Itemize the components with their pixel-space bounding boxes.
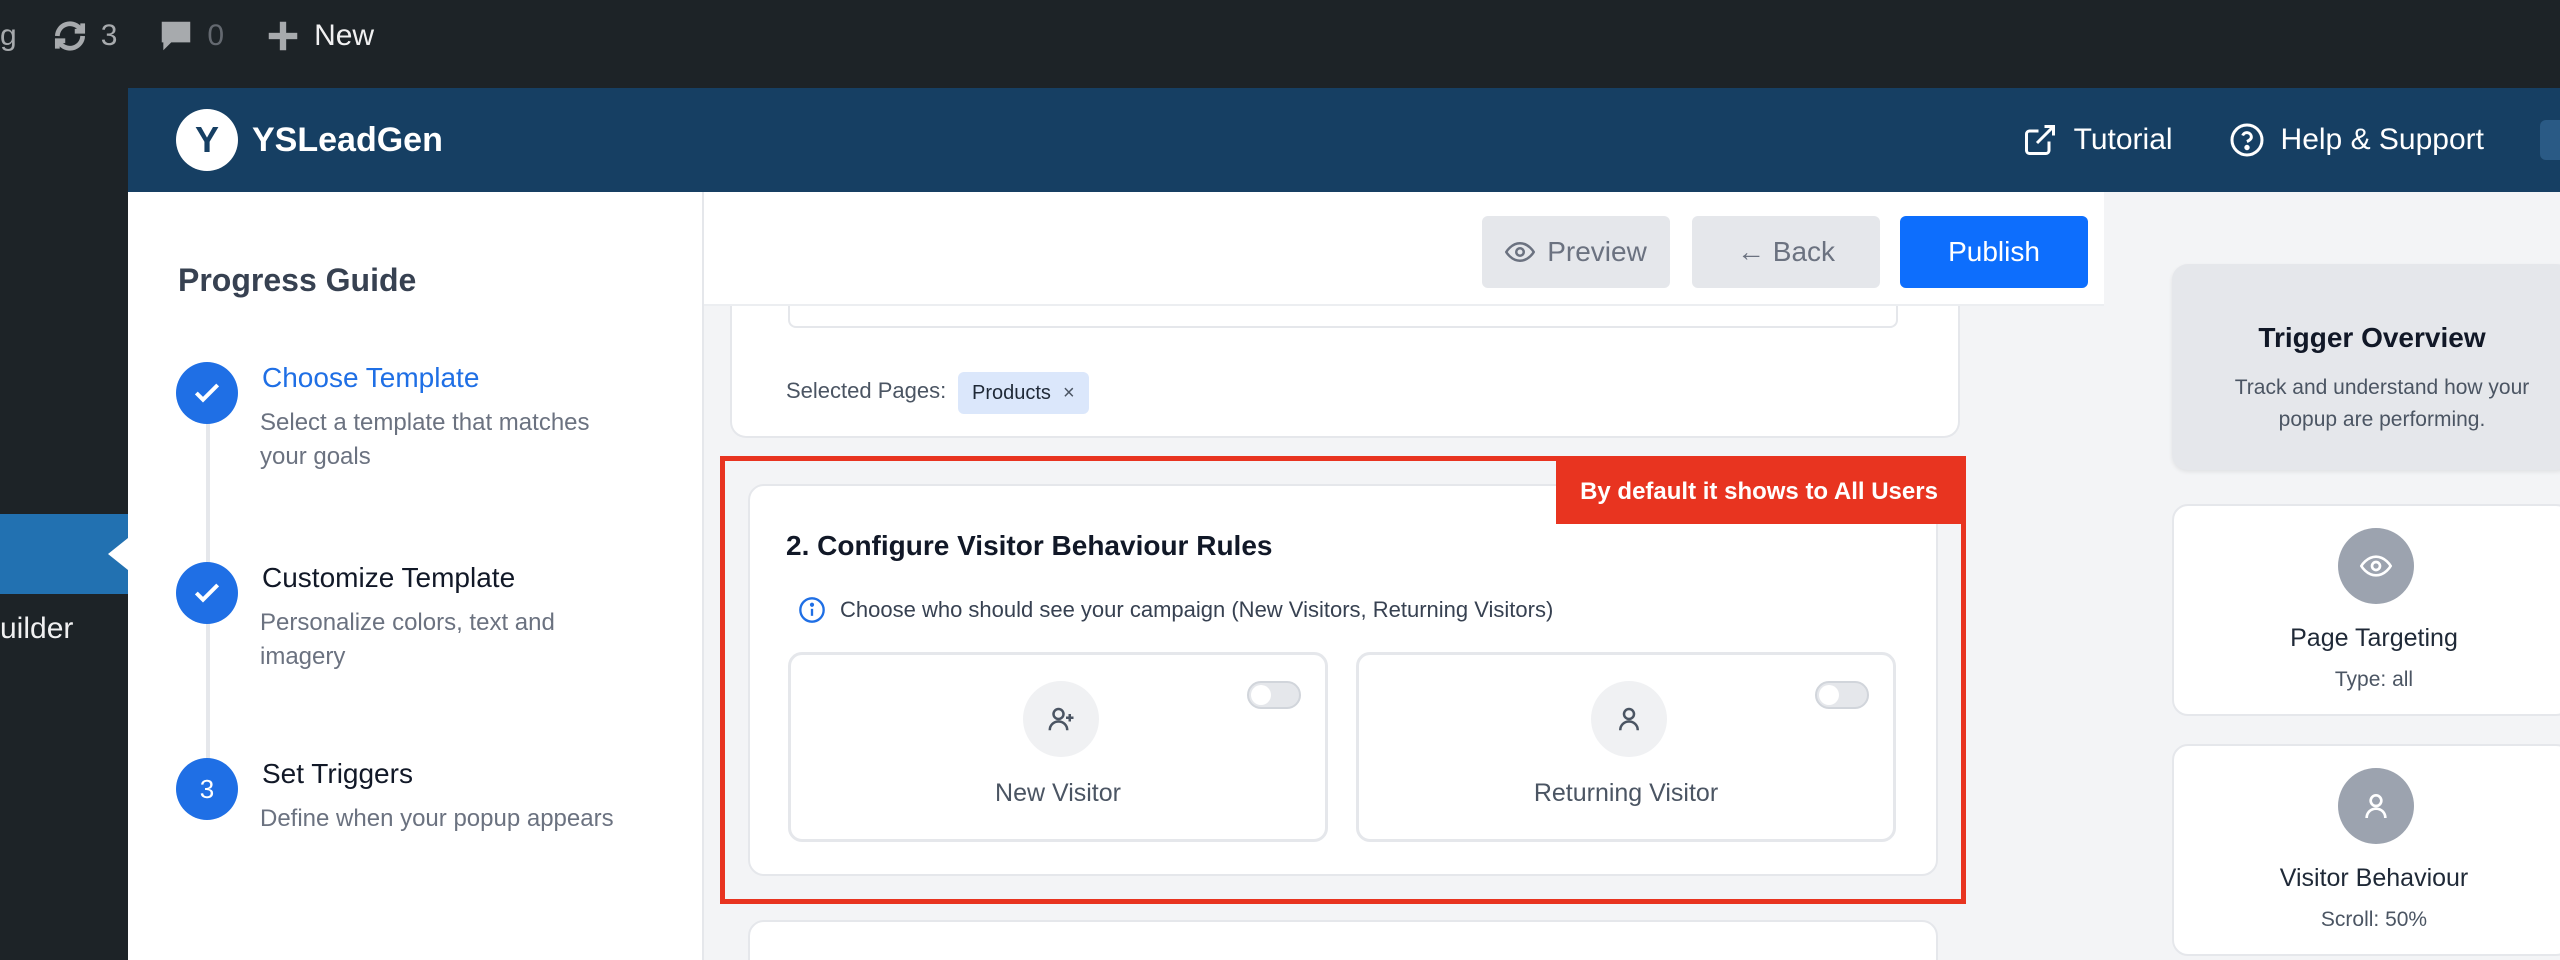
step-title: Set Triggers	[262, 758, 413, 789]
header-actions: Tutorial Help & Support	[2022, 88, 2560, 192]
comments-item[interactable]: 0	[157, 17, 224, 55]
step-title: Choose Template	[262, 362, 480, 393]
publish-button[interactable]: Publish	[1900, 216, 2088, 288]
tutorial-link[interactable]: Tutorial	[2022, 122, 2173, 158]
refresh-icon	[54, 21, 85, 51]
page-targeting-card	[730, 306, 1960, 438]
comments-count: 0	[207, 19, 225, 52]
returning-visitor-toggle[interactable]	[1815, 681, 1869, 709]
visitor-behaviour-summary[interactable]: Visitor Behaviour Scroll: 50%	[2172, 744, 2560, 956]
header-overflow-button[interactable]	[2540, 120, 2560, 160]
plus-icon	[268, 21, 298, 51]
step-number-circle: 3	[176, 758, 238, 820]
logo-icon: Y	[176, 109, 238, 171]
visitor-rules-title: 2. Configure Visitor Behaviour Rules	[786, 530, 1273, 561]
info-icon	[799, 597, 825, 623]
brand-name: YSLeadGen	[252, 120, 443, 159]
external-link-icon	[2024, 125, 2055, 155]
app-header: Y YSLeadGen Tutorial Help & Support	[128, 88, 2560, 192]
trigger-overview-card: Trigger Overview Track and understand ho…	[2172, 264, 2560, 470]
step-title: Customize Template	[262, 562, 516, 593]
site-name-text: g	[0, 19, 17, 52]
summary-title: Page Targeting	[2290, 624, 2458, 652]
editor-main-panel: Preview ← Back Publish Selected Pages: P…	[704, 192, 2104, 960]
editor-toolbar: Preview ← Back Publish	[704, 192, 2104, 306]
preview-button[interactable]: Preview	[1482, 216, 1670, 288]
selected-page-chip: Products ×	[958, 372, 1089, 414]
check-icon	[194, 383, 220, 403]
wp-admin-bar: g 3 0 New	[0, 0, 2560, 72]
selected-pages-label: Selected Pages:	[786, 378, 947, 403]
wp-menu-active-arrow	[108, 538, 128, 570]
progress-guide-title: Progress Guide	[178, 262, 417, 298]
chip-label: Products	[972, 381, 1051, 404]
next-rules-card	[748, 920, 1938, 960]
returning-visitor-option[interactable]: Returning Visitor	[1356, 652, 1896, 842]
comment-icon	[162, 21, 191, 51]
chip-remove-button[interactable]: ×	[1063, 382, 1075, 405]
step-description: Define when your popup appears	[260, 805, 614, 832]
info-text: Choose who should see your campaign (New…	[840, 597, 1554, 622]
trigger-overview-description: Track and understand how your popup are …	[2234, 376, 2530, 431]
back-label: ← Back	[1736, 236, 1836, 267]
summary-title: Visitor Behaviour	[2279, 864, 2469, 892]
summary-value: Scroll: 50%	[2320, 908, 2428, 931]
toggle-knob	[1251, 685, 1271, 705]
publish-label: Publish	[1948, 236, 2040, 267]
logo-letter: Y	[194, 119, 219, 160]
trigger-overview-panel: Trigger Overview Track and understand ho…	[2104, 192, 2560, 960]
updates-item[interactable]: 3	[51, 17, 118, 55]
new-visitor-toggle[interactable]	[1247, 681, 1301, 709]
progress-guide: Progress Guide Choose Template Select a …	[128, 192, 704, 960]
step-description: Select a template that matches your goal…	[260, 409, 590, 470]
preview-label: Preview	[1547, 236, 1647, 267]
help-circle-icon	[2230, 123, 2264, 157]
returning-visitor-label: Returning Visitor	[1533, 779, 1719, 807]
wp-menu-item-builder[interactable]: uilder	[0, 612, 73, 646]
eye-icon	[1505, 241, 1536, 263]
page-targeting-summary[interactable]: Page Targeting Type: all	[2172, 504, 2560, 716]
step-check-circle	[176, 562, 238, 624]
user-icon	[1591, 681, 1667, 757]
tutorial-label: Tutorial	[2073, 123, 2173, 156]
eye-icon	[2338, 528, 2414, 604]
new-label: New	[314, 19, 375, 52]
user-plus-icon	[1023, 681, 1099, 757]
page-select-field[interactable]	[788, 306, 1898, 328]
step-check-circle	[176, 362, 238, 424]
site-name-fragment[interactable]: g	[0, 19, 17, 53]
user-icon	[2338, 768, 2414, 844]
help-support-link[interactable]: Help & Support	[2229, 122, 2484, 158]
annotation-label: By default it shows to All Users	[1556, 460, 1962, 524]
summary-value: Type: all	[2334, 668, 2414, 691]
new-visitor-label: New Visitor	[995, 779, 1121, 807]
step-number: 3	[199, 773, 215, 804]
new-content-item[interactable]: New	[264, 17, 374, 55]
new-visitor-option[interactable]: New Visitor	[788, 652, 1328, 842]
check-icon	[194, 583, 220, 603]
help-label: Help & Support	[2280, 123, 2484, 156]
back-button[interactable]: ← Back	[1692, 216, 1880, 288]
toggle-knob	[1819, 685, 1839, 705]
step-description: Personalize colors, text and imagery	[260, 609, 555, 670]
updates-count: 3	[100, 19, 118, 52]
trigger-overview-title: Trigger Overview	[2258, 322, 2486, 353]
visitor-rules-info: Choose who should see your campaign (New…	[798, 596, 1553, 624]
